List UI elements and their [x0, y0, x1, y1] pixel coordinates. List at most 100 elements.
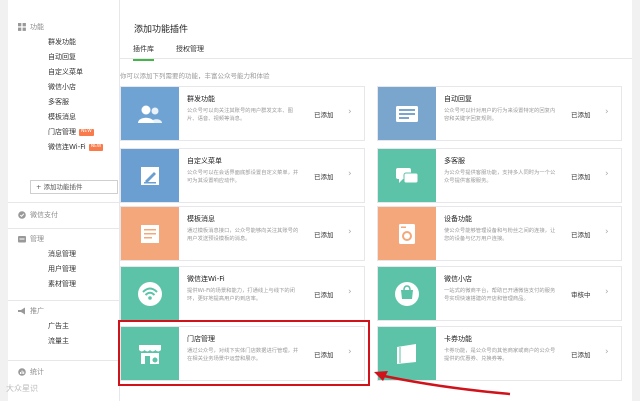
tab-authorization[interactable]: 授权管理	[176, 44, 204, 54]
card-thumbnail	[378, 267, 436, 320]
chevron-right-icon: ›	[348, 169, 352, 179]
card-title: 群发功能	[187, 95, 215, 103]
page-title: 添加功能插件	[134, 25, 189, 35]
plugin-card-mass-send[interactable]: 群发功能 公众号可以向关注其账号的用户群发文本、图片、语音、视频等消息。 已添加…	[120, 86, 365, 141]
sidebar-item-message-management[interactable]: 消息管理	[8, 247, 120, 262]
card-description: 为公众号提供客服功能，支持多人同时为一个公众号提供客服服务。	[444, 170, 556, 184]
section-header-functions: 功能	[8, 19, 120, 35]
sidebar-item-template-message[interactable]: 模板消息	[8, 110, 120, 125]
grid-icon	[18, 23, 26, 31]
card-thumbnail	[378, 207, 436, 260]
chevron-right-icon: ›	[348, 107, 352, 117]
card-title: 模板消息	[187, 215, 215, 223]
sidebar-item-auto-reply[interactable]: 自动回复	[8, 50, 120, 65]
folder-icon	[18, 236, 26, 243]
section-management: 管理 消息管理 用户管理 素材管理	[8, 231, 120, 292]
wifi-icon	[138, 281, 162, 306]
add-plugin-button[interactable]: + 添加功能插件	[30, 180, 118, 194]
section-label: 功能	[30, 23, 44, 31]
wallet-icon	[18, 211, 26, 219]
section-functions: 功能 群发功能 自动回复 自定义菜单 微信小店 多客服 模板消息 门店管理 NEW…	[8, 19, 120, 155]
divider	[8, 360, 120, 361]
card-thumbnail	[378, 149, 436, 202]
card-title: 微信连Wi-Fi	[187, 275, 225, 283]
plugin-card-template-message[interactable]: 模板消息 通过模板消息接口，公众号能够向关注其账号的用户发送预设模板的消息。 已…	[120, 206, 365, 261]
card-description: 提供Wi-Fi的场景和能力，打通线上与线下的闭环，更好地提高用户的到店率。	[187, 288, 295, 302]
card-description: 公众号可以在会话界面底部设置自定义菜单，并可为其设置响应动作。	[187, 170, 299, 184]
plugin-card-wifi[interactable]: 微信连Wi-Fi 提供Wi-Fi的场景和能力，打通线上与线下的闭环，更好地提高用…	[120, 266, 365, 321]
chart-icon	[18, 368, 26, 376]
plugin-card-customer-service[interactable]: 多客服 为公众号提供客服功能，支持多人同时为一个公众号提供客服服务。 已添加 ›	[377, 148, 622, 203]
plugin-card-wechat-shop[interactable]: 微信小店 一站式的微商平台，帮助已开通微信支付的服务号实现快速搭建的开店和管理商…	[377, 266, 622, 321]
sidebar-item-material-management[interactable]: 素材管理	[8, 277, 120, 292]
card-description: 公众号可以针对用户的行为来设置特定的回复内容和关键字回复规则。	[444, 108, 556, 122]
chat-icon	[396, 167, 419, 183]
section-statistics: 统计	[8, 364, 120, 380]
plugin-card-custom-menu[interactable]: 自定义菜单 公众号可以在会话界面底部设置自定义菜单，并可为其设置响应动作。 已添…	[120, 148, 365, 203]
card-thumbnail	[121, 267, 179, 320]
card-title: 设备功能	[444, 215, 472, 223]
reply-icon	[396, 105, 418, 122]
section-label: 统计	[30, 368, 44, 376]
card-status: 已添加	[314, 231, 334, 239]
sidebar-item-customer-service[interactable]: 多客服	[8, 95, 120, 110]
chevron-right-icon: ›	[605, 287, 609, 297]
shop-icon	[395, 281, 419, 306]
intro-text: 你可以添加下列需要的功能，丰富公众号能力和体验	[120, 72, 270, 80]
card-status: 已添加	[571, 231, 591, 239]
chevron-right-icon: ›	[605, 169, 609, 179]
users-icon	[138, 105, 162, 123]
card-title: 多客服	[444, 157, 465, 165]
sidebar-item-label: 微信连Wi-Fi	[48, 143, 86, 151]
card-description: 使公众号能够管理设备和与粉丝之间的连接，让您的设备与亿万用户连接。	[444, 228, 556, 242]
sidebar-item-publisher[interactable]: 流量主	[8, 334, 120, 349]
sidebar-item-mass-send[interactable]: 群发功能	[8, 35, 120, 50]
card-thumbnail	[121, 207, 179, 260]
card-status: 已添加	[314, 111, 334, 119]
card-title: 微信小店	[444, 275, 472, 283]
plugin-card-device[interactable]: 设备功能 使公众号能够管理设备和与粉丝之间的连接，让您的设备与亿万用户连接。 已…	[377, 206, 622, 261]
sidebar-item-store-management[interactable]: 门店管理 NEW	[8, 125, 120, 140]
section-promotion: 推广 广告主 流量主	[8, 303, 120, 349]
new-badge: NEW	[79, 128, 94, 136]
sidebar: 功能 群发功能 自动回复 自定义菜单 微信小店 多客服 模板消息 门店管理 NEW…	[8, 0, 120, 401]
washer-icon	[399, 223, 415, 244]
document-icon	[141, 224, 159, 243]
section-label: 微信支付	[30, 211, 58, 219]
sidebar-item-custom-menu[interactable]: 自定义菜单	[8, 65, 120, 80]
watermark: 大众星识	[6, 384, 38, 393]
card-title: 自定义菜单	[187, 157, 222, 165]
card-status: 已添加	[314, 291, 334, 299]
chevron-right-icon: ›	[605, 227, 609, 237]
card-status: 审核中	[571, 291, 591, 299]
section-label: 推广	[30, 307, 44, 315]
card-description: 公众号可以向关注其账号的用户群发文本、图片、语音、视频等消息。	[187, 108, 293, 122]
card-icon	[397, 343, 416, 364]
card-status: 已添加	[314, 173, 334, 181]
chevron-right-icon: ›	[348, 227, 352, 237]
tab-bar: 插件库 授权管理	[120, 40, 632, 61]
section-wechat-pay[interactable]: 微信支付	[8, 207, 120, 223]
card-status: 已添加	[571, 173, 591, 181]
sidebar-item-user-management[interactable]: 用户管理	[8, 262, 120, 277]
card-status: 已添加	[571, 351, 591, 359]
highlight-box	[118, 320, 370, 386]
sidebar-item-advertiser[interactable]: 广告主	[8, 319, 120, 334]
divider	[8, 300, 120, 301]
sidebar-item-wifi[interactable]: 微信连Wi-Fi NEW	[8, 140, 120, 155]
plugin-card-auto-reply[interactable]: 自动回复 公众号可以针对用户的行为来设置特定的回复内容和关键字回复规则。 已添加…	[377, 86, 622, 141]
chevron-right-icon: ›	[605, 107, 609, 117]
section-header-wechat-pay[interactable]: 微信支付	[8, 207, 120, 223]
chevron-right-icon: ›	[348, 287, 352, 297]
sidebar-item-wechat-shop[interactable]: 微信小店	[8, 80, 120, 95]
card-description: 通过模板消息接口，公众号能够向关注其账号的用户发送预设模板的消息。	[187, 228, 299, 242]
card-description: 一站式的微商平台，帮助已开通微信支付的服务号实现快速搭建的开店和管理商品。	[444, 288, 556, 302]
divider	[8, 228, 120, 229]
divider	[8, 202, 120, 203]
tab-plugin-library[interactable]: 插件库	[133, 44, 154, 61]
sidebar-item-label: 门店管理	[48, 128, 76, 136]
pencil-icon	[141, 166, 159, 185]
annotation-arrow-icon	[374, 371, 511, 396]
section-header-promotion: 推广	[8, 303, 120, 319]
megaphone-icon	[18, 307, 25, 315]
